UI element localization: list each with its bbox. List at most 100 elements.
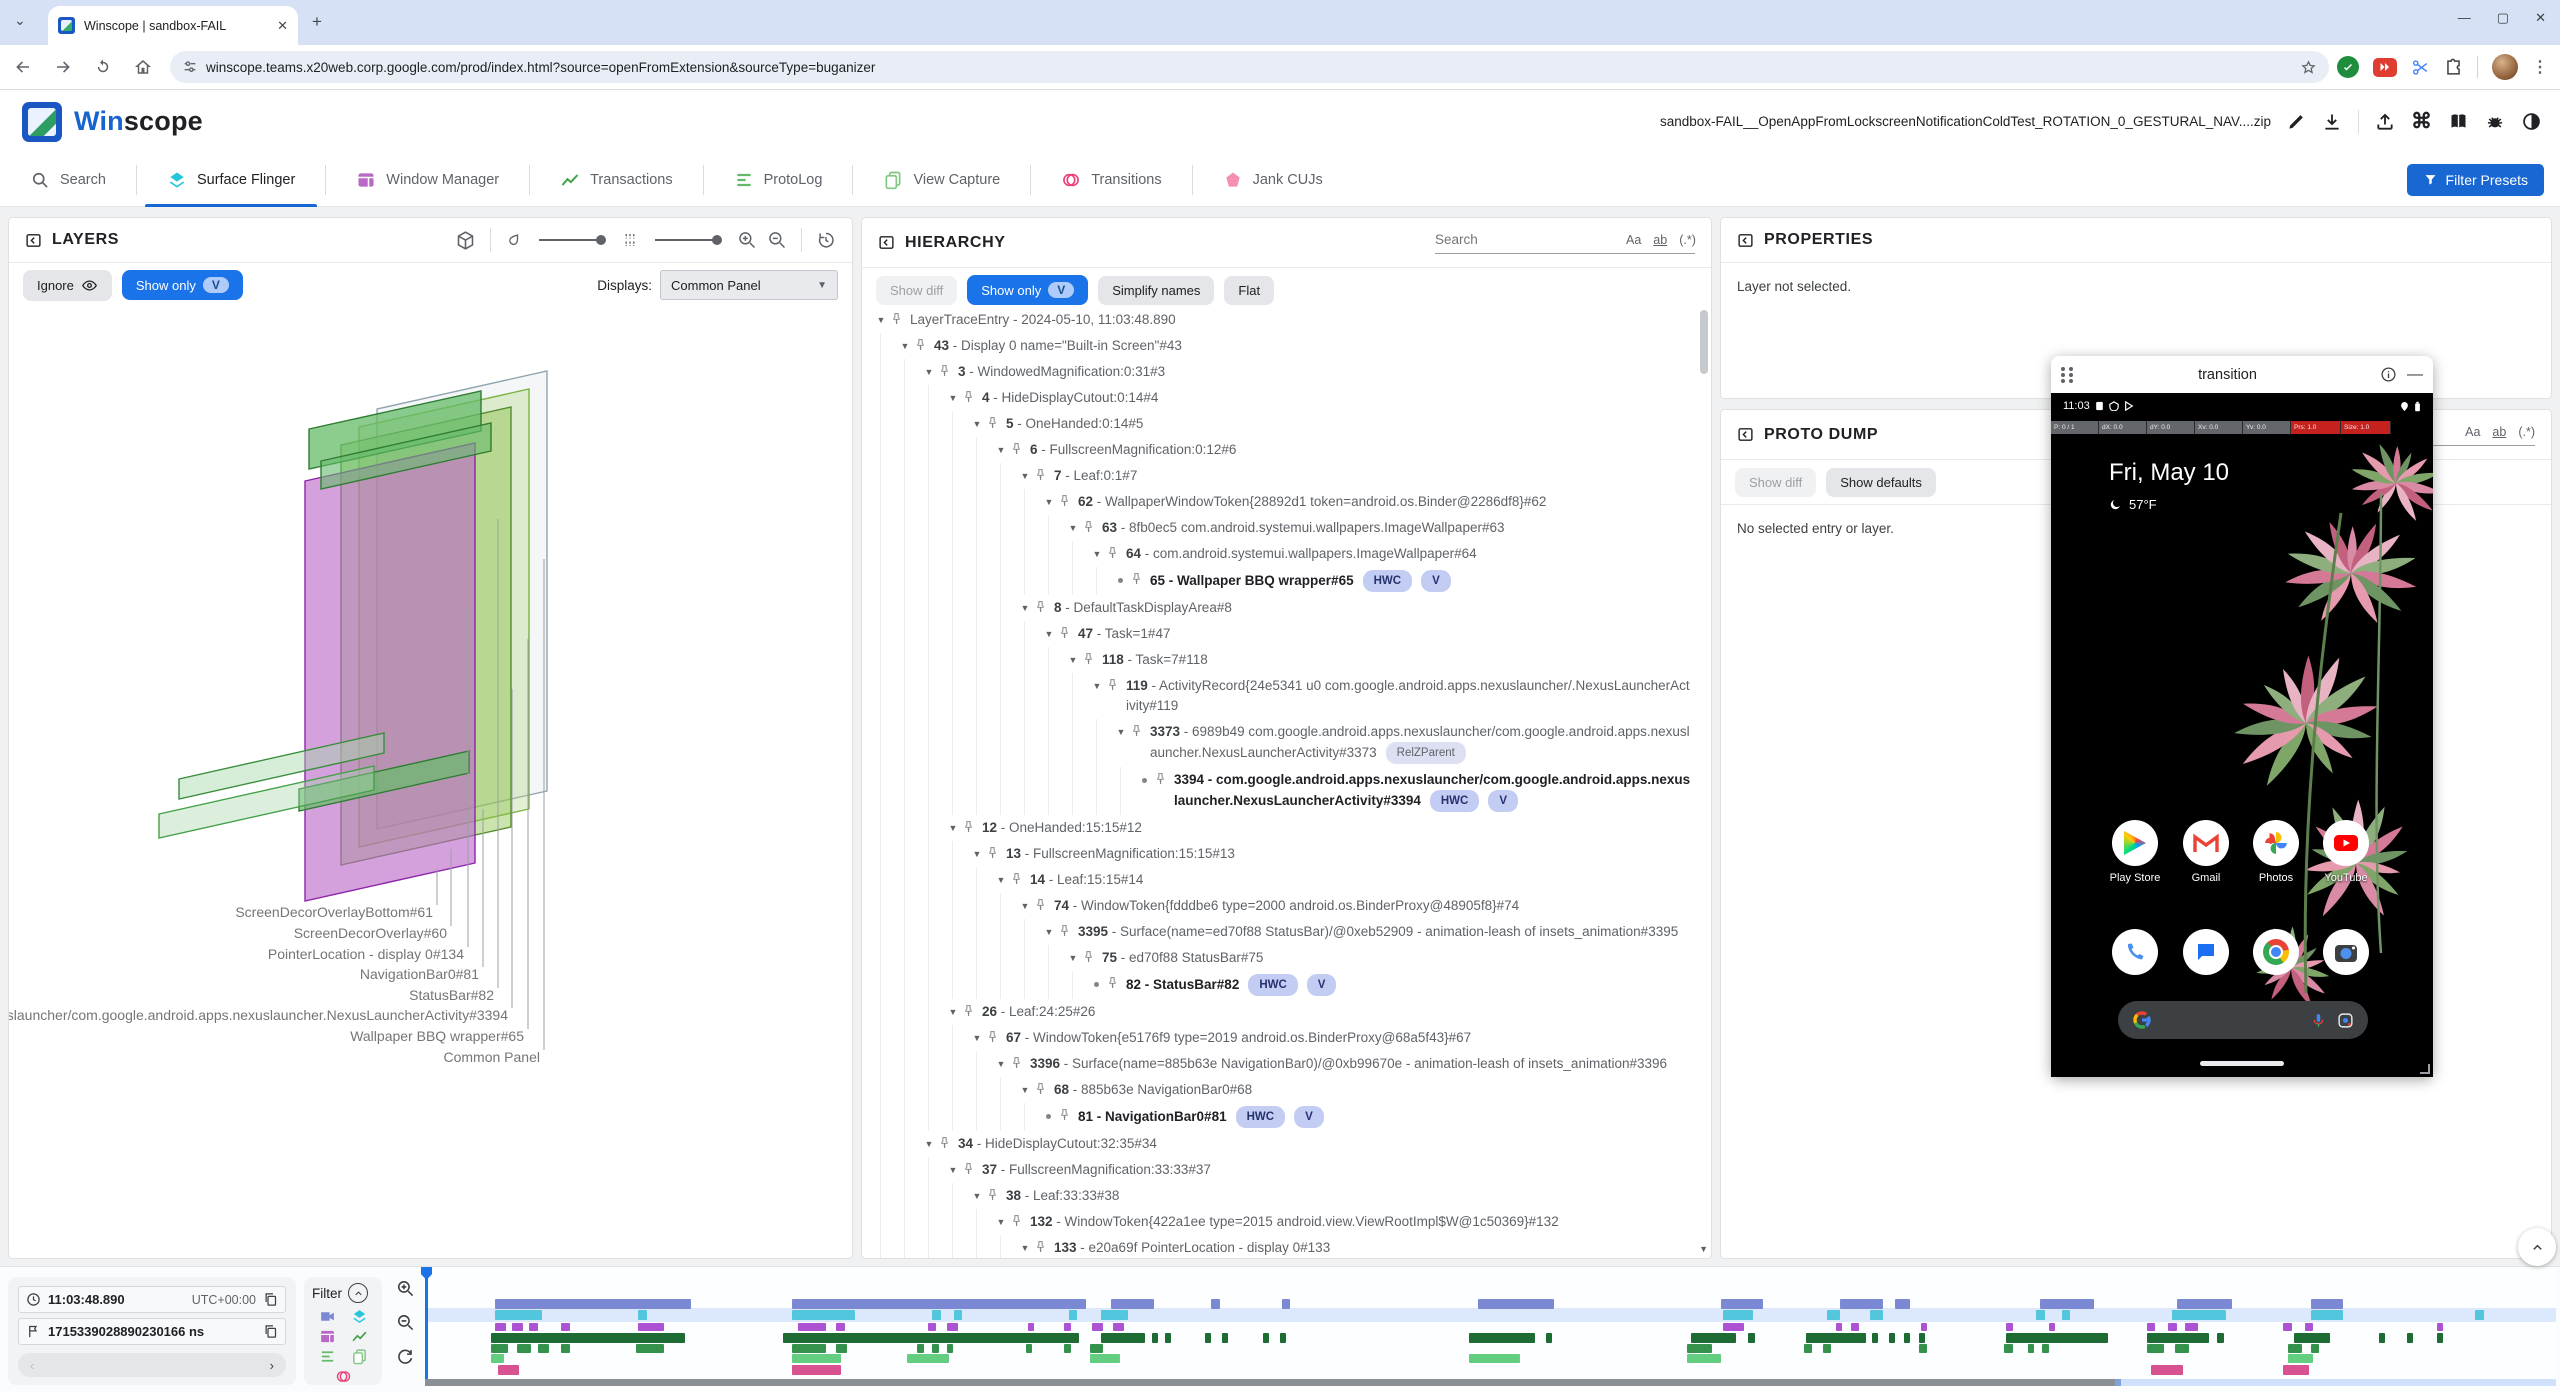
tab-pl[interactable]: ProtoLog <box>704 163 853 197</box>
tree-node[interactable]: ▼38 - Leaf:33:33#38 <box>862 1183 1697 1209</box>
chevron-down-icon[interactable]: ▼ <box>872 310 890 330</box>
chevron-down-icon[interactable]: ▼ <box>992 1054 1010 1074</box>
chevron-down-icon[interactable]: ▼ <box>1016 896 1034 916</box>
collapse-panel-icon[interactable] <box>25 232 42 249</box>
trace-segment[interactable] <box>2177 1299 2232 1309</box>
tree-node[interactable]: ▼3396 - Surface(name=885b63e NavigationB… <box>862 1051 1697 1077</box>
trace-segment[interactable] <box>517 1344 532 1353</box>
timeline-canvas[interactable] <box>425 1267 2556 1393</box>
url-text[interactable]: winscope.teams.x20web.corp.google.com/pr… <box>206 60 2300 75</box>
new-tab-button[interactable]: + <box>312 13 322 30</box>
trace-segment[interactable] <box>1687 1354 1721 1363</box>
extensions-puzzle-icon[interactable] <box>2444 58 2463 77</box>
tab-sf[interactable]: Surface Flinger <box>137 163 325 197</box>
tree-node[interactable]: ▼12 - OneHanded:15:15#12 <box>862 815 1697 841</box>
profile-avatar[interactable] <box>2492 54 2518 80</box>
trace-segment[interactable] <box>1113 1323 1124 1331</box>
show-diff-button[interactable]: Show diff <box>1735 468 1816 497</box>
trace-segment[interactable] <box>1723 1310 1753 1320</box>
expand-timeline-button[interactable] <box>2518 1228 2556 1266</box>
trace-segment[interactable] <box>1165 1333 1171 1343</box>
trace-segment[interactable] <box>792 1365 841 1375</box>
trace-segment[interactable] <box>2437 1323 2443 1331</box>
trace-segment[interactable] <box>947 1344 953 1353</box>
trace-segment[interactable] <box>917 1344 923 1353</box>
trace-segment[interactable] <box>1026 1344 1032 1353</box>
tree-node[interactable]: ▼4 - HideDisplayCutout:0:14#4 <box>862 385 1697 411</box>
trace-segment[interactable] <box>498 1365 519 1375</box>
pin-icon[interactable] <box>914 336 934 351</box>
pin-icon[interactable] <box>1034 598 1054 613</box>
tab-search-chevron-icon[interactable]: ⌄ <box>14 12 26 29</box>
app-icon-play-store[interactable]: Play Store <box>2103 820 2167 884</box>
trace-segment[interactable] <box>1919 1344 1928 1353</box>
pin-icon[interactable] <box>1034 466 1054 481</box>
trace-segment[interactable] <box>798 1323 826 1331</box>
pin-icon[interactable] <box>962 388 982 403</box>
copy-icon[interactable] <box>263 1324 278 1339</box>
tree-node[interactable]: 3394 - com.google.android.apps.nexuslaun… <box>862 767 1697 815</box>
tree-node[interactable]: ▼3373 - 6989b49 com.google.android.apps.… <box>862 719 1697 767</box>
trace-segment[interactable] <box>2062 1310 2071 1320</box>
chevron-down-icon[interactable]: ▼ <box>1040 922 1058 942</box>
trace-segment[interactable] <box>1478 1299 1555 1309</box>
flat-button[interactable]: Flat <box>1224 276 1274 305</box>
timeline-zoom-in-icon[interactable] <box>396 1279 415 1298</box>
screen-recording-filter-icon[interactable] <box>319 1308 336 1325</box>
timeline-row-protolog[interactable] <box>425 1344 2556 1353</box>
chevron-down-icon[interactable]: ▼ <box>1088 544 1106 564</box>
chevron-down-icon[interactable]: ▼ <box>968 1186 986 1206</box>
app-icon-photos[interactable]: Photos <box>2244 820 2308 884</box>
window-minimize-icon[interactable]: — <box>2458 10 2471 26</box>
overlay-titlebar[interactable]: transition — <box>2051 356 2433 393</box>
trace-segment[interactable] <box>792 1310 856 1320</box>
trace-segment[interactable] <box>2006 1333 2108 1343</box>
trace-segment[interactable] <box>2379 1333 2385 1343</box>
tab-jank[interactable]: Jank CUJs <box>1193 163 1353 197</box>
trace-segment[interactable] <box>561 1323 570 1331</box>
dock-icon-messages[interactable] <box>2174 929 2238 975</box>
collapse-panel-icon[interactable] <box>1737 232 1754 249</box>
pin-icon[interactable] <box>986 414 1006 429</box>
pin-icon[interactable] <box>1034 1080 1054 1095</box>
trace-segment[interactable] <box>2036 1310 2045 1320</box>
pin-icon[interactable] <box>1034 896 1054 911</box>
regex-icon[interactable]: (.*) <box>2518 425 2535 439</box>
chevron-down-icon[interactable]: ▼ <box>1112 722 1130 742</box>
pin-icon[interactable] <box>1034 1238 1054 1253</box>
trace-segment[interactable] <box>947 1323 958 1331</box>
next-entry-icon[interactable]: › <box>270 1358 274 1373</box>
pin-icon[interactable] <box>1106 676 1126 691</box>
extension-scissors-icon[interactable] <box>2411 58 2430 77</box>
tree-node[interactable]: ▼7 - Leaf:0:1#7 <box>862 463 1697 489</box>
trace-segment[interactable] <box>636 1344 664 1353</box>
chevron-down-icon[interactable]: ▼ <box>944 1002 962 1022</box>
tree-node[interactable]: ▼133 - e20a69f PointerLocation - display… <box>862 1235 1697 1258</box>
timeline-row-view-capture[interactable] <box>425 1354 2556 1363</box>
tab-close-icon[interactable]: ✕ <box>277 18 288 34</box>
upload-icon[interactable] <box>2375 112 2395 132</box>
trace-segment[interactable] <box>1101 1310 1129 1320</box>
back-icon[interactable] <box>6 50 40 84</box>
trace-segment[interactable] <box>2175 1344 2190 1353</box>
tree-node[interactable]: ▼47 - Task=1#47 <box>862 621 1697 647</box>
regex-icon[interactable]: (.*) <box>1679 233 1696 247</box>
tree-node[interactable]: ▼132 - WindowToken{422a1ee type=2015 and… <box>862 1209 1697 1235</box>
tree-node[interactable]: ▼119 - ActivityRecord{24e5341 u0 com.goo… <box>862 673 1697 719</box>
extension-check-icon[interactable] <box>2337 56 2359 78</box>
trace-segment[interactable] <box>2147 1344 2164 1353</box>
trace-segment[interactable] <box>1827 1310 1840 1320</box>
bookmark-star-icon[interactable] <box>2300 59 2317 76</box>
tree-node[interactable]: ▼13 - FullscreenMagnification:15:15#13 <box>862 841 1697 867</box>
trace-segment[interactable] <box>2168 1323 2177 1331</box>
trace-segment[interactable] <box>1687 1344 1713 1353</box>
trace-segment[interactable] <box>2172 1310 2225 1320</box>
timeline-row-transitions[interactable] <box>425 1365 2556 1375</box>
timeline-row-surface-flinger[interactable] <box>425 1310 2556 1320</box>
report-bug-icon[interactable] <box>2485 112 2505 132</box>
trace-segment[interactable] <box>2147 1333 2209 1343</box>
timeline-cursor-handle[interactable] <box>421 1267 432 1280</box>
hierarchy-search-input[interactable] <box>1435 232 1612 247</box>
trace-segment[interactable] <box>2311 1310 2343 1320</box>
trace-segment[interactable] <box>2437 1333 2443 1343</box>
